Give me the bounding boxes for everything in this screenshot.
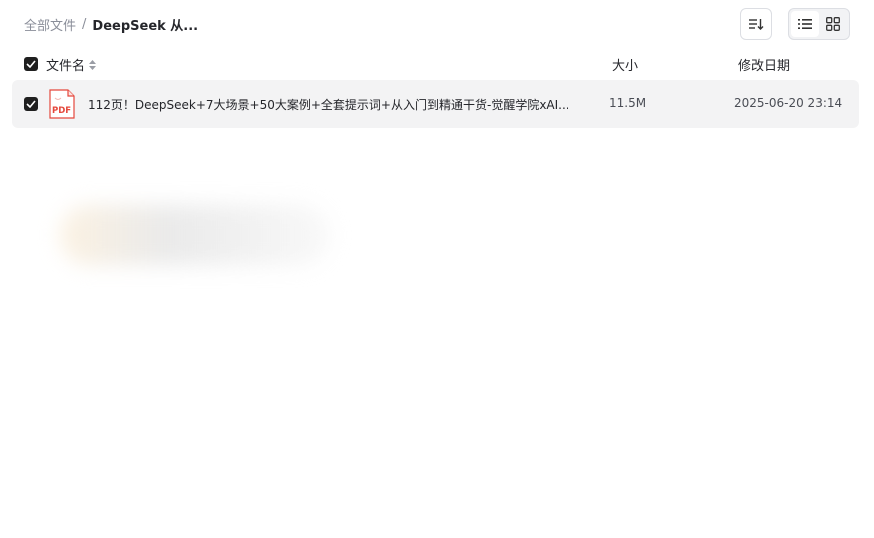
file-browser: 全部文件 / DeepSeek 从... 文件名 大小 修改日期 PDF 112… xyxy=(0,0,874,538)
sort-button[interactable] xyxy=(740,8,772,40)
blurred-overlay xyxy=(60,205,330,265)
pdf-icon-label: PDF xyxy=(52,106,71,116)
breadcrumb-root-link[interactable]: 全部文件 xyxy=(24,15,76,34)
file-size: 11.5M xyxy=(609,96,647,110)
file-name[interactable]: 112页！DeepSeek+7大场景+50大案例+全套提示词+从入门到精通干货-… xyxy=(88,96,568,113)
pdf-file-icon: PDF xyxy=(49,89,75,119)
grid-view-icon xyxy=(826,17,840,31)
checkmark-icon xyxy=(26,100,36,108)
file-row[interactable]: PDF 112页！DeepSeek+7大场景+50大案例+全套提示词+从入门到精… xyxy=(12,80,859,128)
grid-view-button[interactable] xyxy=(819,11,847,37)
column-name-label: 文件名 xyxy=(46,59,86,74)
breadcrumb-separator: / xyxy=(82,16,87,32)
list-view-icon xyxy=(798,19,812,29)
column-header-size[interactable]: 大小 xyxy=(612,55,638,74)
list-view-button[interactable] xyxy=(791,11,819,37)
checkmark-icon xyxy=(26,60,36,68)
file-modified-date: 2025-06-20 23:14 xyxy=(734,96,843,110)
sort-icon xyxy=(749,19,764,30)
breadcrumb: 全部文件 / DeepSeek 从... xyxy=(24,15,199,34)
table-header: 文件名 大小 修改日期 xyxy=(0,52,874,76)
file-row-checkbox[interactable] xyxy=(24,97,38,111)
view-mode-toggle xyxy=(788,8,850,40)
breadcrumb-current-folder: DeepSeek 从... xyxy=(92,18,199,34)
sort-toggle-icon[interactable] xyxy=(89,59,97,70)
column-header-modified[interactable]: 修改日期 xyxy=(738,55,790,74)
select-all-checkbox[interactable] xyxy=(24,57,38,71)
column-header-name[interactable]: 文件名 xyxy=(46,55,97,74)
